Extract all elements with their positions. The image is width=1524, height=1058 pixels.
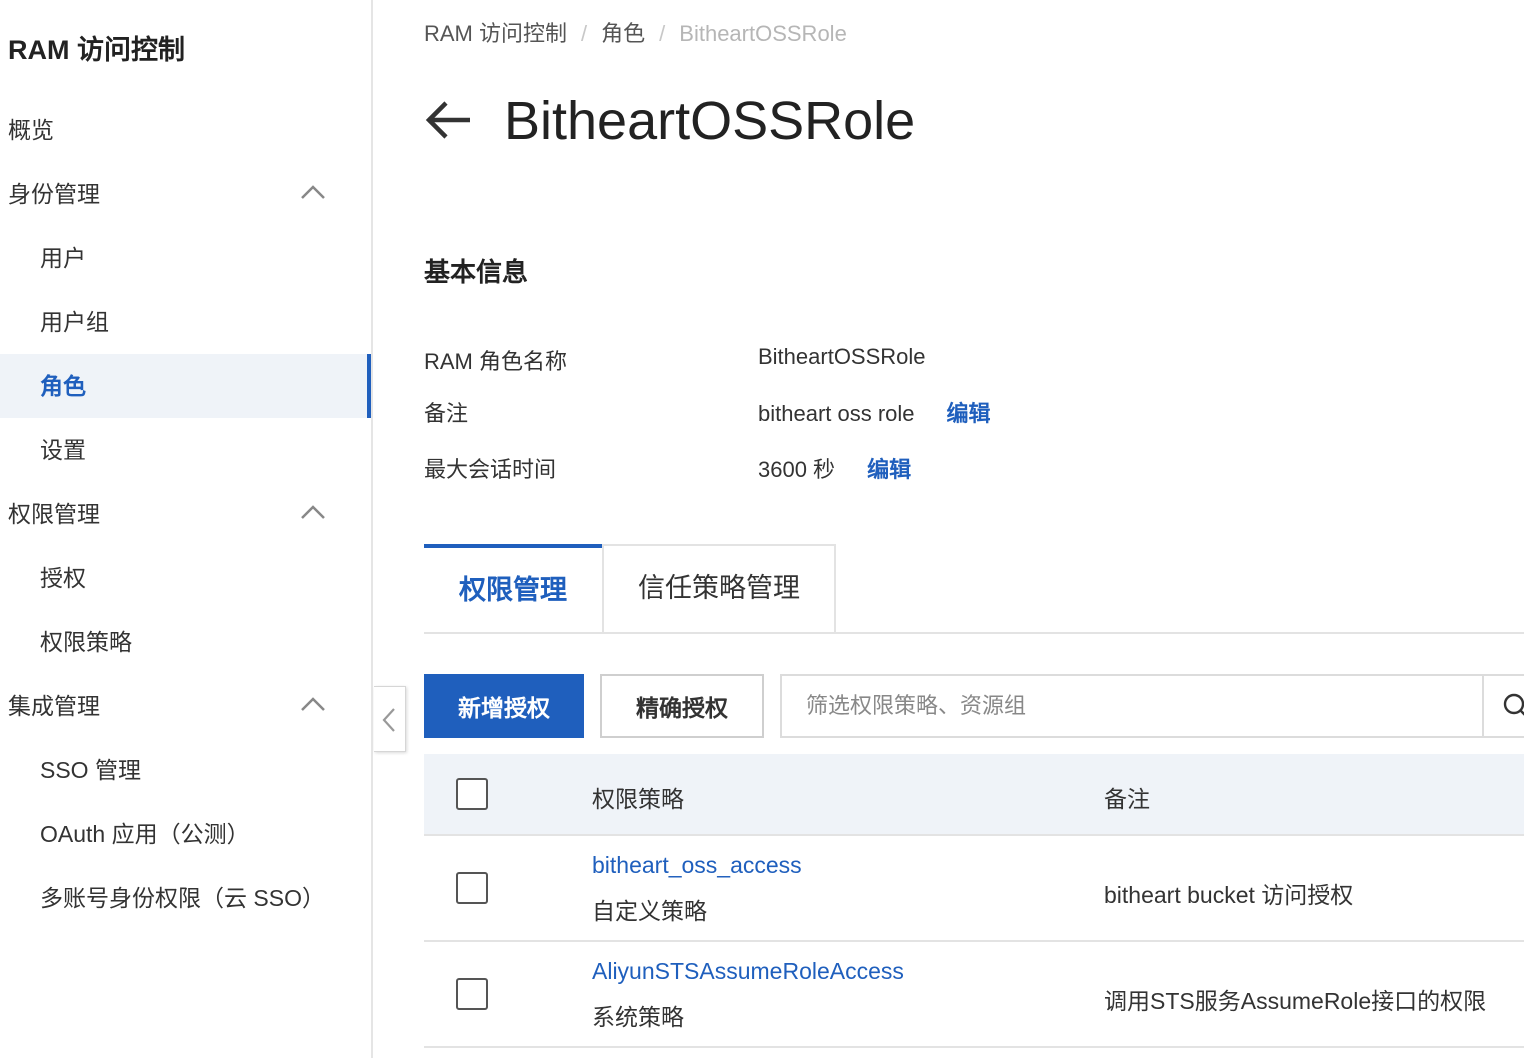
sidebar-item-label: 用户组	[40, 309, 109, 335]
table-header: 权限策略 备注	[424, 754, 1524, 836]
info-row-role-name: RAM 角色名称 BitheartOSSRole	[424, 344, 1124, 374]
sidebar-item-cloud-sso[interactable]: 多账号身份权限（云 SSO）	[0, 866, 371, 930]
tab-bar: 权限管理 信任策略管理	[424, 544, 1524, 634]
policy-name-link[interactable]: AliyunSTSAssumeRoleAccess	[592, 958, 904, 985]
sidebar-item-label: OAuth 应用（公测）	[40, 821, 250, 847]
info-value: 3600 秒 编辑	[758, 452, 911, 484]
sidebar-item-label: 角色	[40, 373, 86, 399]
add-grant-button[interactable]: 新增授权	[424, 674, 584, 738]
info-row-max-session: 最大会话时间 3600 秒 编辑	[424, 452, 1124, 486]
info-label: 最大会话时间	[424, 457, 557, 482]
breadcrumb-item-current: BitheartOSSRole	[679, 21, 847, 46]
search-box	[780, 674, 1524, 738]
sidebar-group-integration[interactable]: 集成管理	[0, 674, 371, 738]
sidebar-collapse-button[interactable]	[374, 686, 406, 752]
info-value-text: bitheart oss role	[758, 401, 915, 426]
sidebar-item-oauth[interactable]: OAuth 应用（公测）	[0, 802, 371, 866]
sidebar-item-label: 用户	[40, 245, 86, 271]
policy-name-link[interactable]: bitheart_oss_access	[592, 852, 802, 879]
sidebar-group-identity[interactable]: 身份管理	[0, 162, 371, 226]
search-input[interactable]	[782, 676, 1482, 736]
tab-permission-management[interactable]: 权限管理	[424, 544, 602, 632]
sidebar-item-overview[interactable]: 概览	[0, 98, 371, 162]
table-row: AliyunSTSAssumeRoleAccess 系统策略 调用STS服务As…	[424, 942, 1524, 1048]
sidebar-item-users[interactable]: 用户	[0, 226, 371, 290]
breadcrumb-separator: /	[659, 21, 666, 46]
sidebar-title: RAM 访问控制	[8, 35, 185, 65]
sidebar-item-label: 身份管理	[8, 181, 100, 207]
sidebar-item-policies[interactable]: 权限策略	[0, 610, 371, 674]
main-content: RAM 访问控制 / 角色 / BitheartOSSRole BitheartOSSR…	[424, 0, 1524, 1058]
precise-grant-button[interactable]: 精确授权	[600, 674, 764, 738]
sidebar-item-label: 设置	[40, 437, 86, 463]
edit-note-link[interactable]: 编辑	[947, 401, 991, 426]
breadcrumb-item-ram[interactable]: RAM 访问控制	[424, 21, 567, 46]
policy-type: 自定义策略	[592, 898, 707, 924]
page-title: BitheartOSSRole	[504, 91, 916, 151]
chevron-up-icon	[301, 185, 325, 199]
sidebar-item-label: 授权	[40, 565, 86, 591]
sidebar-item-settings[interactable]: 设置	[0, 418, 371, 482]
row-checkbox[interactable]	[456, 978, 488, 1010]
sidebar-item-label: 多账号身份权限（云 SSO）	[40, 885, 325, 911]
policy-note: bitheart bucket 访问授权	[1104, 882, 1354, 908]
table-row: bitheart_oss_access 自定义策略 bitheart bucke…	[424, 836, 1524, 942]
breadcrumb-item-roles[interactable]: 角色	[601, 21, 645, 46]
sidebar-item-label: 概览	[8, 117, 54, 143]
section-title-basic-info: 基本信息	[424, 257, 529, 287]
row-checkbox[interactable]	[456, 872, 488, 904]
sidebar-group-permissions[interactable]: 权限管理	[0, 482, 371, 546]
sidebar-item-label: 权限管理	[8, 501, 100, 527]
sidebar-item-label: SSO 管理	[40, 757, 141, 783]
chevron-up-icon	[301, 697, 325, 711]
breadcrumb-separator: /	[581, 21, 588, 46]
select-all-checkbox[interactable]	[456, 778, 488, 810]
sidebar-item-user-groups[interactable]: 用户组	[0, 290, 371, 354]
sidebar: RAM 访问控制 概览 身份管理 用户 用户组 角色 设置 权限管理 授权 权限…	[0, 0, 373, 1058]
sidebar-item-label: 权限策略	[40, 629, 132, 655]
policy-note: 调用STS服务AssumeRole接口的权限	[1104, 988, 1487, 1014]
search-button[interactable]	[1482, 676, 1524, 736]
info-label: 备注	[424, 401, 469, 426]
arrow-left-icon[interactable]	[424, 100, 472, 140]
info-label: RAM 角色名称	[424, 349, 568, 374]
sidebar-item-label: 集成管理	[8, 693, 100, 719]
column-header-note: 备注	[1104, 786, 1150, 812]
tab-trust-policy[interactable]: 信任策略管理	[602, 544, 836, 632]
column-header-policy: 权限策略	[592, 786, 684, 812]
info-value: BitheartOSSRole	[758, 344, 926, 369]
info-value-text: 3600 秒	[758, 457, 836, 482]
edit-session-link[interactable]: 编辑	[867, 457, 911, 482]
sidebar-item-roles[interactable]: 角色	[0, 354, 371, 418]
info-row-note: 备注 bitheart oss role 编辑	[424, 396, 1124, 430]
search-icon	[1503, 693, 1524, 716]
policy-type: 系统策略	[592, 1004, 684, 1030]
sidebar-item-sso[interactable]: SSO 管理	[0, 738, 371, 802]
chevron-left-icon	[382, 708, 395, 732]
info-value: bitheart oss role 编辑	[758, 396, 991, 428]
sidebar-item-grants[interactable]: 授权	[0, 546, 371, 610]
chevron-up-icon	[301, 505, 325, 519]
breadcrumb: RAM 访问控制 / 角色 / BitheartOSSRole	[424, 16, 847, 48]
